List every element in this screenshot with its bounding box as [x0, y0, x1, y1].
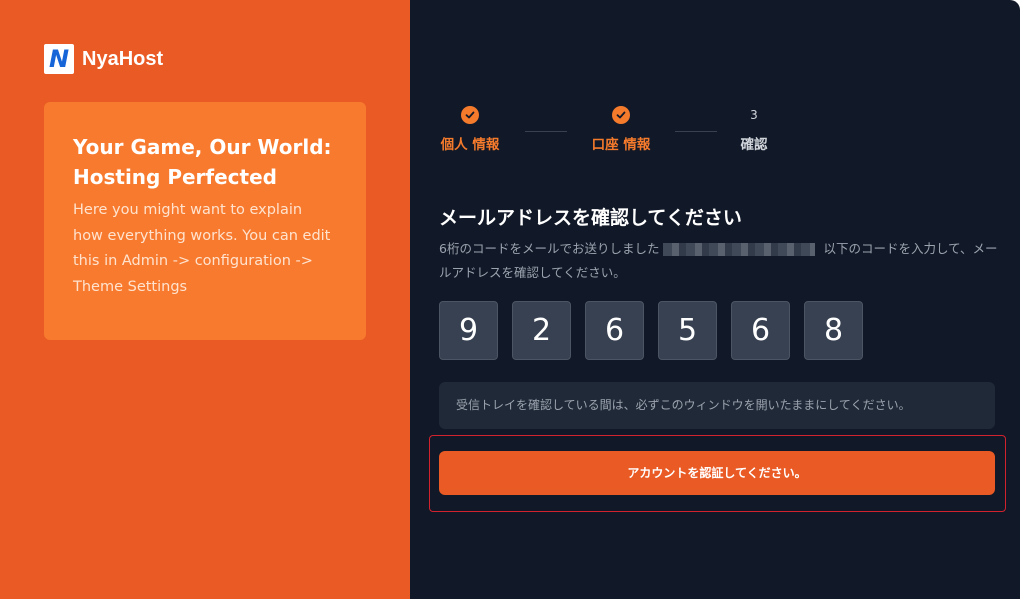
notice-box: 受信トレイを確認している間は、必ずこのウィンドウを開いたままにしてください。 [439, 382, 995, 429]
step-confirm: 3 確認 [714, 106, 794, 153]
brand-logo[interactable]: N NyaHost [44, 44, 163, 74]
step-label: 個人 情報 [440, 137, 500, 153]
hero-title: Your Game, Our World: Hosting Perfected [73, 135, 332, 189]
step-divider [675, 131, 717, 132]
step-label: 確認 [740, 137, 768, 153]
check-icon [612, 106, 630, 124]
desc-text: 6桁のコードをメールでお送りしました [439, 241, 660, 256]
logo-letter: N [48, 45, 70, 73]
code-digit-6[interactable]: 8 [804, 301, 863, 360]
code-input-group: 9 2 6 5 6 8 [439, 301, 877, 360]
logo-icon: N [44, 44, 74, 74]
check-icon [461, 106, 479, 124]
hero-card: Your Game, Our World: Hosting Perfected … [44, 102, 366, 340]
page-title: メールアドレスを確認してください [439, 207, 742, 229]
verify-account-button[interactable]: アカウントを認証してください。 [439, 451, 995, 495]
step-number: 3 [750, 108, 758, 122]
code-digit-2[interactable]: 2 [512, 301, 571, 360]
step-divider [525, 131, 567, 132]
step-personal-info: 個人 情報 [430, 106, 510, 153]
code-digit-5[interactable]: 6 [731, 301, 790, 360]
left-panel: N NyaHost Your Game, Our World: Hosting … [0, 0, 410, 599]
code-digit-4[interactable]: 5 [658, 301, 717, 360]
brand-name: NyaHost [82, 47, 164, 70]
redacted-email [663, 243, 816, 256]
verify-description: 6桁のコードをメールでお送りしました 以下のコードを入力して、メールアドレスを確… [439, 237, 999, 285]
code-digit-3[interactable]: 6 [585, 301, 644, 360]
code-digit-1[interactable]: 9 [439, 301, 498, 360]
step-label: 口座 情報 [591, 137, 651, 153]
hero-text: Here you might want to explain how every… [73, 202, 331, 295]
step-account-info: 口座 情報 [581, 106, 661, 153]
